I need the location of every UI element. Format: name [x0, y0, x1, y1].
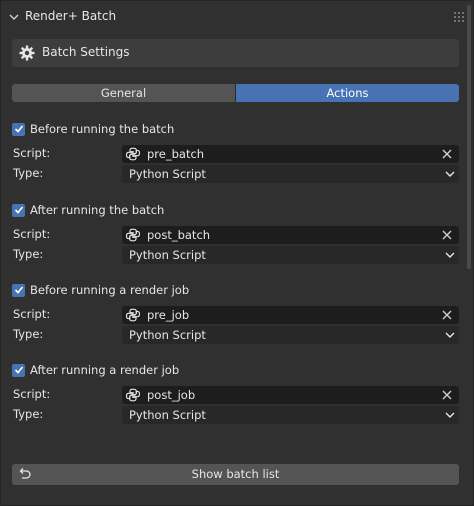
- type-label: Type:: [13, 407, 44, 421]
- checkmark-icon: [14, 366, 23, 374]
- chevron-down-icon: [445, 412, 455, 418]
- type-value: Python Script: [129, 408, 206, 422]
- checkbox[interactable]: [12, 283, 25, 297]
- type-label: Type:: [13, 166, 44, 180]
- script-value: post_batch: [147, 228, 211, 242]
- panel-title: Render+ Batch: [25, 9, 117, 23]
- checkbox-row[interactable]: After running the batch: [12, 202, 164, 218]
- type-select[interactable]: Python Script: [122, 165, 459, 183]
- type-select[interactable]: Python Script: [122, 406, 459, 424]
- python-icon: [125, 228, 141, 242]
- drag-grip-icon[interactable]: [453, 11, 465, 23]
- panel-header[interactable]: Render+ Batch: [1, 1, 474, 33]
- python-icon: [125, 147, 141, 161]
- checkbox-row[interactable]: After running a render job: [12, 362, 179, 378]
- show-batch-list-label: Show batch list: [191, 467, 280, 481]
- chevron-down-icon: [445, 332, 455, 338]
- checkbox-label: Before running the batch: [30, 122, 175, 136]
- type-value: Python Script: [129, 167, 206, 181]
- type-value: Python Script: [129, 248, 206, 262]
- script-value: pre_job: [147, 308, 190, 322]
- tab-bar: General Actions: [12, 84, 459, 102]
- script-field[interactable]: pre_batch: [122, 145, 459, 163]
- checkbox[interactable]: [12, 203, 25, 217]
- show-batch-list-button[interactable]: Show batch list: [12, 464, 459, 485]
- batch-settings-header[interactable]: Batch Settings: [12, 39, 459, 67]
- chevron-down-icon: [445, 171, 455, 177]
- batch-settings-title: Batch Settings: [42, 45, 130, 59]
- close-icon[interactable]: [441, 309, 453, 321]
- checkbox-label: Before running a render job: [30, 283, 190, 297]
- script-value: post_job: [147, 388, 196, 402]
- script-label: Script:: [13, 307, 51, 321]
- action-section-after-job: After running a render job Script: post_…: [1, 362, 474, 442]
- close-icon[interactable]: [441, 389, 453, 401]
- gear-icon: [19, 45, 35, 61]
- scrollbar[interactable]: [467, 5, 471, 269]
- type-value: Python Script: [129, 328, 206, 342]
- checkbox[interactable]: [12, 122, 25, 136]
- script-label: Script:: [13, 387, 51, 401]
- python-icon: [125, 308, 141, 322]
- script-label: Script:: [13, 146, 51, 160]
- type-select[interactable]: Python Script: [122, 246, 459, 264]
- back-arrow-icon: [19, 468, 31, 479]
- type-label: Type:: [13, 247, 44, 261]
- checkbox[interactable]: [12, 363, 25, 377]
- tab-actions[interactable]: Actions: [235, 84, 459, 102]
- chevron-down-icon[interactable]: [9, 12, 19, 22]
- script-label: Script:: [13, 227, 51, 241]
- checkmark-icon: [14, 286, 23, 294]
- type-select[interactable]: Python Script: [122, 326, 459, 344]
- chevron-down-icon: [445, 252, 455, 258]
- checkbox-row[interactable]: Before running the batch: [12, 121, 174, 137]
- script-field[interactable]: pre_job: [122, 306, 459, 324]
- script-field[interactable]: post_job: [122, 386, 459, 404]
- checkmark-icon: [14, 206, 23, 214]
- type-label: Type:: [13, 327, 44, 341]
- checkbox-label: After running a render job: [30, 363, 180, 377]
- action-section-before-batch: Before running the batch Script: pre_bat…: [1, 121, 474, 201]
- checkbox-label: After running the batch: [30, 203, 165, 217]
- close-icon[interactable]: [441, 229, 453, 241]
- python-icon: [125, 388, 141, 402]
- script-value: pre_batch: [147, 147, 205, 161]
- tab-general[interactable]: General: [12, 84, 235, 102]
- close-icon[interactable]: [441, 148, 453, 160]
- action-section-after-batch: After running the batch Script: post_bat…: [1, 202, 474, 282]
- render-batch-panel: Render+ Batch Batch Settings General Act…: [0, 0, 474, 506]
- checkmark-icon: [14, 125, 23, 133]
- action-section-before-job: Before running a render job Script: pre_…: [1, 282, 474, 362]
- checkbox-row[interactable]: Before running a render job: [12, 282, 189, 298]
- script-field[interactable]: post_batch: [122, 226, 459, 244]
